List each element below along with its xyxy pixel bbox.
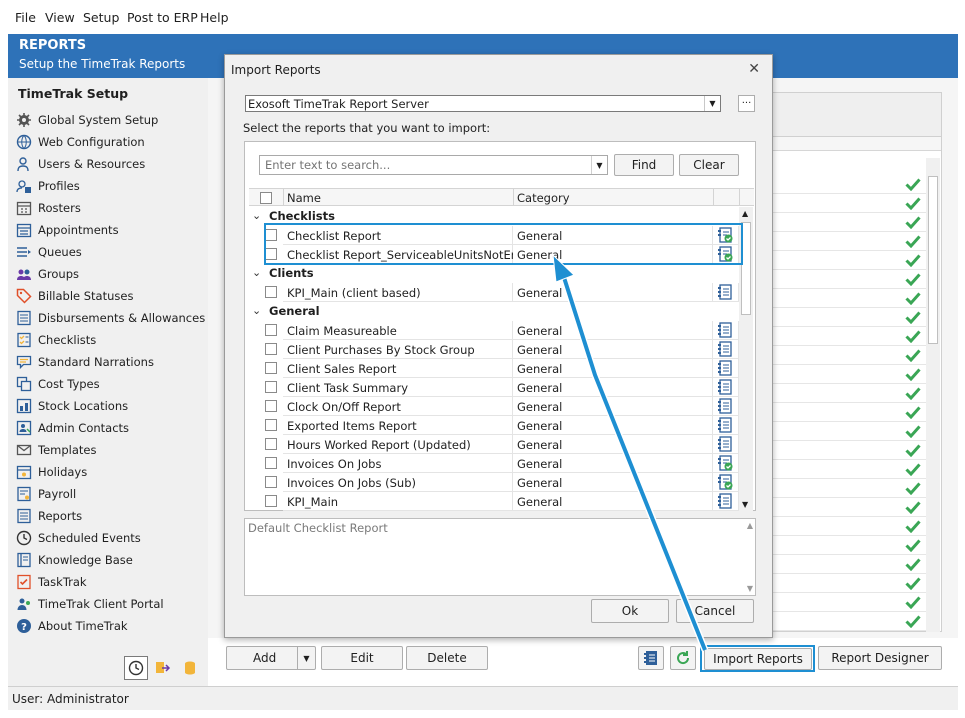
annotation-arrow: [552, 253, 709, 652]
